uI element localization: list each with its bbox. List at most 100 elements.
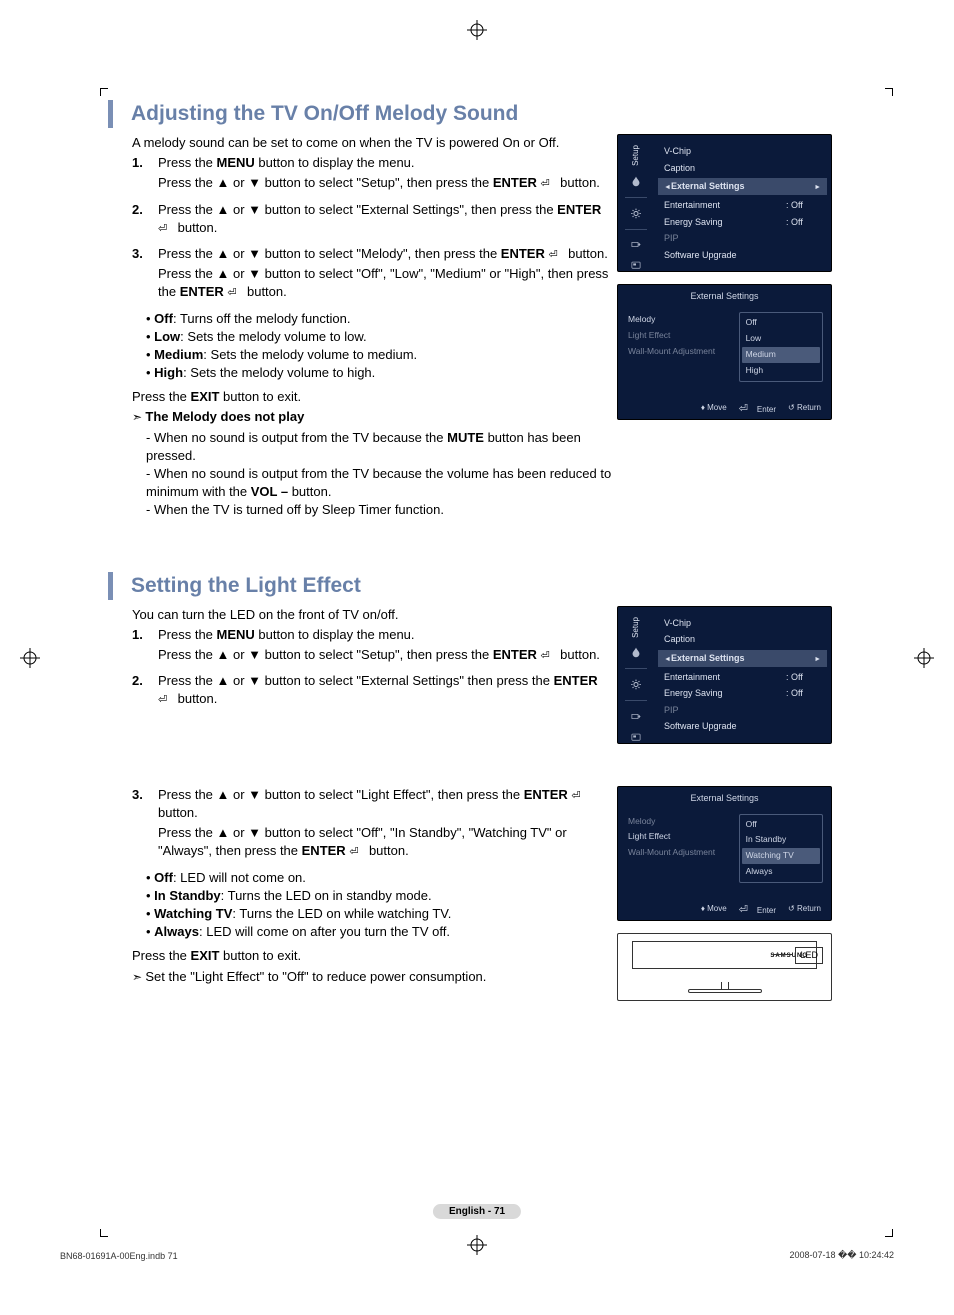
enter-icon xyxy=(541,175,557,185)
registration-mark-icon xyxy=(467,1235,487,1255)
note-item: When the TV is turned off by Sleep Timer… xyxy=(146,501,617,519)
registration-mark-icon xyxy=(914,648,934,668)
gear-icon xyxy=(629,208,643,219)
section-header: Setting the Light Effect xyxy=(108,572,828,600)
footer-timestamp: 2008-07-18 �� 10:24:42 xyxy=(789,1250,894,1261)
exit-text: Press the EXIT button to exit. xyxy=(132,388,617,406)
accent-bar xyxy=(108,100,113,128)
step-item: 3Press the ▲ or ▼ button to select "Melo… xyxy=(132,245,617,304)
osd-hint-return: ↺ Return xyxy=(788,903,821,916)
osd-list-item: High xyxy=(742,363,820,379)
enter-icon xyxy=(541,647,557,657)
gear-icon xyxy=(629,679,643,690)
note-heading: The Melody does not play xyxy=(132,408,617,426)
osd-row: V-Chip xyxy=(664,143,821,160)
osd-row: External Settings xyxy=(658,650,827,667)
osd-row: Caption xyxy=(664,631,821,648)
osd-list-item: In Standby xyxy=(742,832,820,848)
accent-bar xyxy=(108,572,113,600)
section-title: Adjusting the TV On/Off Melody Sound xyxy=(131,100,518,128)
option-item: Low: Sets the melody volume to low. xyxy=(146,328,617,346)
application-icon xyxy=(629,732,643,743)
osd-title: External Settings xyxy=(618,787,831,810)
osd-list-item: Melody xyxy=(628,814,733,830)
registration-mark-icon xyxy=(467,20,487,40)
application-icon xyxy=(629,260,643,271)
step-item: 1Press the MENU button to display the me… xyxy=(132,626,617,666)
note-item: When no sound is output from the TV beca… xyxy=(146,465,617,501)
droplet-icon xyxy=(629,647,643,658)
section-header: Adjusting the TV On/Off Melody Sound xyxy=(108,100,828,128)
droplet-icon xyxy=(629,176,643,187)
osd-tab-label: Setup xyxy=(630,617,641,638)
osd-list-item: Watching TV xyxy=(742,848,820,864)
osd-external-settings: External Settings MelodyLight EffectWall… xyxy=(617,786,832,921)
osd-row: Entertainment: Off xyxy=(664,669,821,686)
osd-tab-label: Setup xyxy=(630,145,641,166)
osd-hint-return: ↺ Return xyxy=(788,402,821,415)
page-number: English - 71 xyxy=(433,1204,521,1219)
osd-row: Caption xyxy=(664,160,821,177)
step-item: 2Press the ▲ or ▼ button to select "Exte… xyxy=(132,672,617,710)
osd-row: PIP xyxy=(664,702,821,719)
option-item: Off: Turns off the melody function. xyxy=(146,310,617,328)
osd-list-item: Wall-Mount Adjustment xyxy=(628,344,733,360)
osd-hint-enter: Enter xyxy=(739,903,776,916)
exit-text: Press the EXIT button to exit. xyxy=(132,947,617,965)
osd-list-item: Melody xyxy=(628,312,733,328)
led-callout-label: LED xyxy=(795,947,823,964)
osd-external-settings: External Settings MelodyLight EffectWall… xyxy=(617,284,832,419)
crop-corner xyxy=(100,88,108,96)
note-text: Set the "Light Effect" to "Off" to reduc… xyxy=(132,968,617,986)
crop-corner xyxy=(885,1229,893,1237)
osd-hint-move: ♦ Move xyxy=(701,903,727,916)
osd-row: Software Upgrade xyxy=(664,247,821,264)
osd-list-item: Medium xyxy=(742,347,820,363)
option-item: In Standby: Turns the LED on in standby … xyxy=(146,887,617,905)
osd-setup-menu: Setup V-ChipCaptionExternal Settings Ente… xyxy=(617,134,832,272)
osd-row: Energy Saving: Off xyxy=(664,214,821,231)
osd-setup-menu: Setup V-ChipCaption External Settings Ente… xyxy=(617,606,832,744)
option-item: High: Sets the melody volume to high. xyxy=(146,364,617,382)
option-item: Always: LED will come on after you turn … xyxy=(146,923,617,941)
osd-row: Entertainment: Off xyxy=(664,197,821,214)
enter-icon xyxy=(158,220,174,230)
osd-row: Software Upgrade xyxy=(664,718,821,735)
osd-list-item: Light Effect xyxy=(628,328,733,344)
section-title: Setting the Light Effect xyxy=(131,572,361,600)
option-item: Off: LED will not come on. xyxy=(146,869,617,887)
osd-list-item: Always xyxy=(742,864,820,880)
osd-hint-enter: Enter xyxy=(739,402,776,415)
intro-text: A melody sound can be set to come on whe… xyxy=(132,134,617,152)
enter-icon xyxy=(349,843,365,853)
enter-icon xyxy=(158,691,174,701)
osd-row: PIP xyxy=(664,230,821,247)
osd-row: External Settings xyxy=(658,178,827,195)
enter-icon xyxy=(548,246,564,256)
osd-list-item: Low xyxy=(742,331,820,347)
option-item: Medium: Sets the melody volume to medium… xyxy=(146,346,617,364)
osd-row: Energy Saving: Off xyxy=(664,685,821,702)
step-item: 2Press the ▲ or ▼ button to select "Exte… xyxy=(132,201,617,239)
footer-filename: BN68-01691A-00Eng.indb 71 xyxy=(60,1251,178,1261)
option-item: Watching TV: Turns the LED on while watc… xyxy=(146,905,617,923)
enter-icon xyxy=(571,787,587,797)
tv-led-diagram: SAMSUNG LED xyxy=(617,933,832,1001)
osd-row: V-Chip xyxy=(664,615,821,632)
input-icon xyxy=(629,239,643,250)
intro-text: You can turn the LED on the front of TV … xyxy=(132,606,617,624)
note-item: When no sound is output from the TV beca… xyxy=(146,429,617,465)
crop-corner xyxy=(100,1229,108,1237)
osd-title: External Settings xyxy=(618,285,831,308)
osd-list-item: Off xyxy=(742,817,820,833)
input-icon xyxy=(629,711,643,722)
osd-list-item: Off xyxy=(742,315,820,331)
registration-mark-icon xyxy=(20,648,40,668)
step-item: 3Press the ▲ or ▼ button to select "Ligh… xyxy=(132,786,617,863)
crop-corner xyxy=(885,88,893,96)
enter-icon xyxy=(227,284,243,294)
step-item: 1Press the MENU button to display the me… xyxy=(132,154,617,194)
osd-hint-move: ♦ Move xyxy=(701,402,727,415)
osd-list-item: Light Effect xyxy=(628,829,733,845)
osd-list-item: Wall-Mount Adjustment xyxy=(628,845,733,861)
